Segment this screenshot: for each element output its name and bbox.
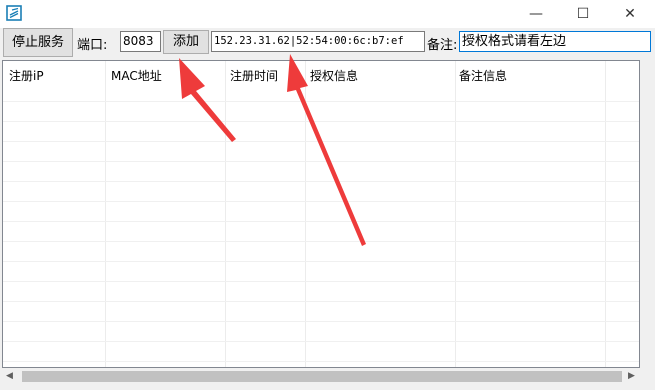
row-divider [3, 361, 639, 362]
row-divider [3, 181, 639, 182]
add-button[interactable]: 添加 [163, 30, 209, 54]
row-divider [3, 341, 639, 342]
toolbar: 停止服务 端口: 8083 添加 152.23.31.62|52:54:00:6… [0, 28, 655, 58]
horizontal-scrollbar[interactable]: ◀ ▶ [2, 368, 640, 385]
column-header-auth[interactable]: 授权信息 [310, 67, 358, 84]
column-header-mac[interactable]: MAC地址 [111, 67, 162, 84]
scroll-left-icon[interactable]: ◀ [6, 371, 13, 381]
scrollbar-thumb[interactable] [22, 371, 622, 382]
port-label: 端口: [77, 38, 108, 53]
scroll-right-icon[interactable]: ▶ [628, 371, 635, 381]
row-divider [3, 241, 639, 242]
column-header-time[interactable]: 注册时间 [230, 67, 278, 84]
title-bar: — ☐ ✕ [0, 0, 655, 28]
minimize-button[interactable]: — [513, 0, 559, 28]
row-divider [3, 201, 639, 202]
row-divider [3, 281, 639, 282]
note-input[interactable]: 授权格式请看左边 [459, 31, 651, 52]
row-divider [3, 301, 639, 302]
note-label: 备注: [427, 38, 458, 53]
port-input[interactable]: 8083 [120, 31, 161, 52]
vertical-scrollbar[interactable] [640, 58, 655, 368]
row-divider [3, 321, 639, 322]
maximize-button[interactable]: ☐ [560, 0, 606, 28]
column-header-note[interactable]: 备注信息 [459, 67, 507, 84]
row-divider [3, 101, 639, 102]
stop-service-button[interactable]: 停止服务 [3, 28, 73, 57]
row-divider [3, 261, 639, 262]
row-divider [3, 141, 639, 142]
app-icon [6, 5, 22, 21]
row-divider [3, 221, 639, 222]
close-button[interactable]: ✕ [607, 0, 653, 28]
registration-table[interactable]: 注册iP MAC地址 注册时间 授权信息 备注信息 [2, 60, 640, 368]
row-divider [3, 161, 639, 162]
row-divider [3, 121, 639, 122]
auth-input[interactable]: 152.23.31.62|52:54:00:6c:b7:ef [211, 31, 425, 52]
column-header-ip[interactable]: 注册iP [9, 67, 44, 84]
